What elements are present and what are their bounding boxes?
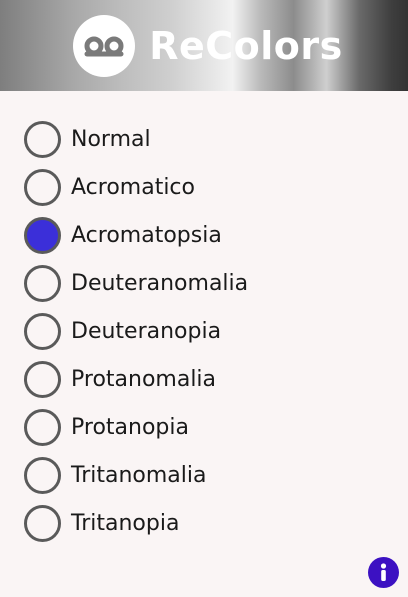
filter-option-normal[interactable]: Normal (24, 115, 248, 163)
filter-option-label: Protanomalia (71, 366, 217, 392)
radio-deuteranomalia[interactable] (24, 264, 61, 302)
radio-protanopia[interactable] (24, 408, 61, 446)
filter-option-acromatico[interactable]: Acromatico (24, 163, 248, 211)
app-title: ReColors (149, 23, 343, 68)
radio-acromatopsia[interactable] (24, 216, 61, 254)
radio-tritanomalia[interactable] (24, 456, 61, 494)
filter-option-label: Deuteranopia (71, 318, 222, 344)
filter-option-label: Tritanopia (71, 510, 180, 536)
header-bar: ReColors (0, 0, 408, 91)
info-button[interactable] (368, 557, 399, 588)
filter-option-protanomalia[interactable]: Protanomalia (24, 355, 248, 403)
filter-options-list: Normal Acromatico Acromatopsia Deuterano… (24, 115, 248, 547)
filter-option-label: Acromatico (71, 174, 195, 200)
filter-option-label: Normal (71, 126, 151, 152)
filter-option-label: Acromatopsia (71, 222, 222, 248)
filter-option-deuteranomalia[interactable]: Deuteranomalia (24, 259, 248, 307)
filter-option-label: Protanopia (71, 414, 189, 440)
filter-option-deuteranopia[interactable]: Deuteranopia (24, 307, 248, 355)
app-window: ReColors Normal Acromatico Acromatopsia … (0, 0, 408, 597)
filter-option-tritanomalia[interactable]: Tritanomalia (24, 451, 248, 499)
filter-option-tritanopia[interactable]: Tritanopia (24, 499, 248, 547)
radio-normal[interactable] (24, 120, 61, 158)
filter-option-label: Deuteranomalia (71, 270, 249, 296)
radio-protanomalia[interactable] (24, 360, 61, 398)
filter-option-protanopia[interactable]: Protanopia (24, 403, 248, 451)
recolors-logo-icon (73, 14, 136, 77)
filter-option-acromatopsia[interactable]: Acromatopsia (24, 211, 248, 259)
radio-acromatico[interactable] (24, 168, 61, 206)
brand: ReColors (73, 14, 343, 77)
radio-tritanopia[interactable] (24, 504, 61, 542)
info-icon (380, 563, 387, 581)
radio-deuteranopia[interactable] (24, 312, 61, 350)
filter-option-label: Tritanomalia (71, 462, 207, 488)
